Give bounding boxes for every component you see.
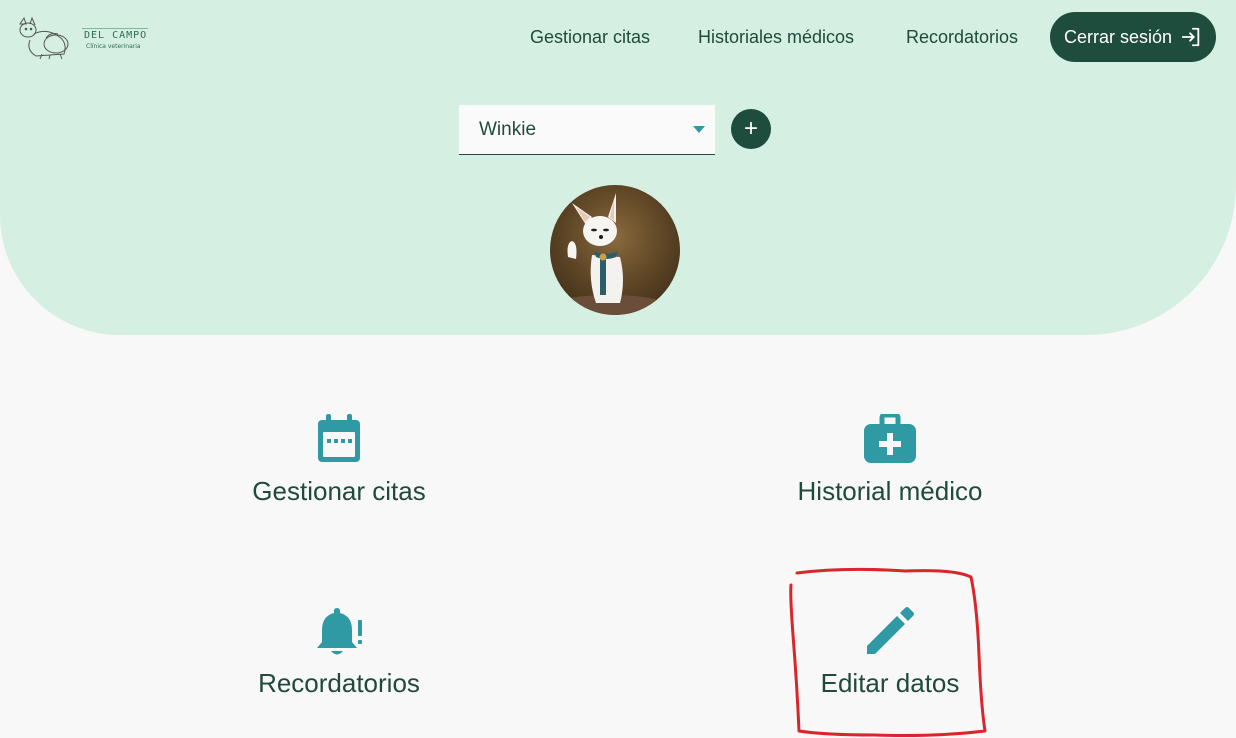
add-pet-label: + — [743, 115, 758, 142]
pencil-icon — [867, 607, 914, 654]
nav-recordatorios[interactable]: Recordatorios — [906, 27, 1018, 48]
tile-editar-datos[interactable]: Editar datos — [740, 606, 1040, 726]
tile-label: Gestionar citas — [252, 476, 426, 506]
tile-gestionar-citas[interactable]: Gestionar citas — [189, 414, 489, 534]
pet-photo — [550, 185, 680, 315]
logout-label: Cerrar sesión — [1063, 26, 1173, 47]
logout-button[interactable]: Cerrar sesión — [1050, 12, 1216, 62]
chevron-down-icon — [693, 126, 705, 133]
dashboard-page: DEL CAMPO Clínica veterinaria Gestionar … — [0, 0, 1236, 738]
logout-arrow-icon — [1181, 27, 1200, 47]
logo-divider — [82, 28, 148, 29]
tile-historial-medico[interactable]: Historial médico — [740, 414, 1040, 534]
medical-kit-icon — [864, 414, 916, 463]
nav-gestionar-citas[interactable]: Gestionar citas — [530, 27, 650, 48]
bell-alert-icon — [317, 608, 362, 655]
pet-select-value: Winkie — [479, 119, 537, 140]
tile-label: Recordatorios — [258, 668, 420, 698]
pets-line-art-logo-icon — [19, 16, 69, 60]
logo-name: DEL CAMPO — [84, 30, 148, 41]
calendar-icon — [318, 414, 360, 462]
nav-historiales-medicos[interactable]: Historiales médicos — [698, 27, 854, 48]
tile-label: Historial médico — [797, 476, 983, 506]
logo-tagline: Clínica veterinaria — [86, 43, 141, 50]
tile-label: Editar datos — [820, 668, 960, 698]
tile-recordatorios[interactable]: Recordatorios — [189, 606, 489, 726]
pet-avatar — [550, 185, 680, 315]
add-pet-button[interactable]: + — [731, 109, 771, 149]
pet-select[interactable]: Winkie — [459, 105, 715, 155]
clinic-logo[interactable]: DEL CAMPO Clínica veterinaria — [16, 14, 156, 60]
